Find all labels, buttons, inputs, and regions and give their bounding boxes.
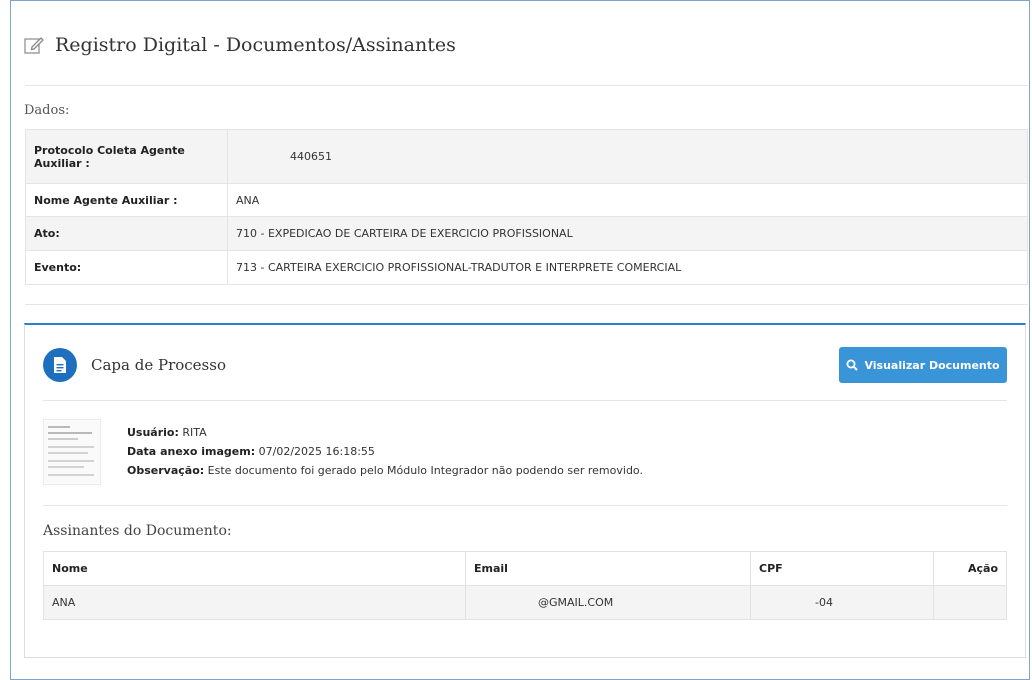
row-label: Nome Agente Auxiliar : [25, 183, 228, 217]
usuario-value: RITA [182, 426, 207, 439]
cell-nome: ANA [43, 585, 466, 620]
page-header: Registro Digital - Documentos/Assinantes [23, 25, 456, 65]
divider [25, 85, 1028, 86]
page-title: Registro Digital - Documentos/Assinantes [55, 34, 456, 56]
obs-value: Este documento foi gerado pelo Módulo In… [207, 464, 643, 477]
panel-title: Capa de Processo [91, 356, 226, 374]
cell-acao[interactable] [933, 585, 1007, 620]
cell-email: @GMAIL.COM [465, 585, 751, 620]
obs-label: Observação: [127, 464, 205, 477]
document-thumbnail[interactable] [43, 419, 101, 485]
row-value: 440651 [227, 129, 1028, 184]
divider [25, 304, 1028, 305]
row-label: Evento: [25, 250, 228, 285]
edit-icon [24, 37, 44, 54]
signers-title: Assinantes do Documento: [43, 523, 232, 539]
data-value: 07/02/2025 16:18:55 [258, 445, 375, 458]
search-icon [846, 359, 859, 371]
data-label: Data anexo imagem: [127, 445, 256, 458]
col-acao: Ação [933, 551, 1007, 586]
cell-cpf: -04 [750, 585, 934, 620]
dados-label: Dados: [24, 103, 70, 118]
table-row: Nome Agente Auxiliar : ANA [25, 183, 1028, 217]
row-value: ANA [227, 183, 1028, 217]
table-row: ANA @GMAIL.COM -04 [43, 585, 1007, 620]
table-row: Evento: 713 - CARTEIRA EXERCICIO PROFISS… [25, 250, 1028, 285]
signers-table: Nome Email CPF Ação ANA @GMAIL.COM -04 [43, 551, 1007, 620]
document-panel: Capa de Processo Visualizar Documento Us… [24, 323, 1026, 658]
col-email: Email [465, 551, 751, 586]
row-value: 713 - CARTEIRA EXERCICIO PROFISSIONAL-TR… [227, 250, 1028, 285]
row-label: Protocolo Coleta Agente Auxiliar : [25, 129, 228, 184]
usuario-label: Usuário: [127, 426, 179, 439]
document-meta: Usuário: RITA Data anexo imagem: 07/02/2… [127, 423, 643, 480]
table-row: Protocolo Coleta Agente Auxiliar : 44065… [25, 129, 1028, 184]
table-header-row: Nome Email CPF Ação [43, 551, 1007, 586]
divider [43, 400, 1007, 401]
view-document-label: Visualizar Documento [864, 358, 1000, 372]
table-row: Ato: 710 - EXPEDICAO DE CARTEIRA DE EXER… [25, 216, 1028, 251]
divider [43, 505, 1007, 506]
row-value: 710 - EXPEDICAO DE CARTEIRA DE EXERCICIO… [227, 216, 1028, 251]
view-document-button[interactable]: Visualizar Documento [839, 347, 1007, 383]
col-nome: Nome [43, 551, 466, 586]
row-label: Ato: [25, 216, 228, 251]
document-icon [43, 348, 77, 382]
panel-header: Capa de Processo [43, 347, 226, 383]
dados-table: Protocolo Coleta Agente Auxiliar : 44065… [25, 129, 1028, 285]
col-cpf: CPF [750, 551, 934, 586]
